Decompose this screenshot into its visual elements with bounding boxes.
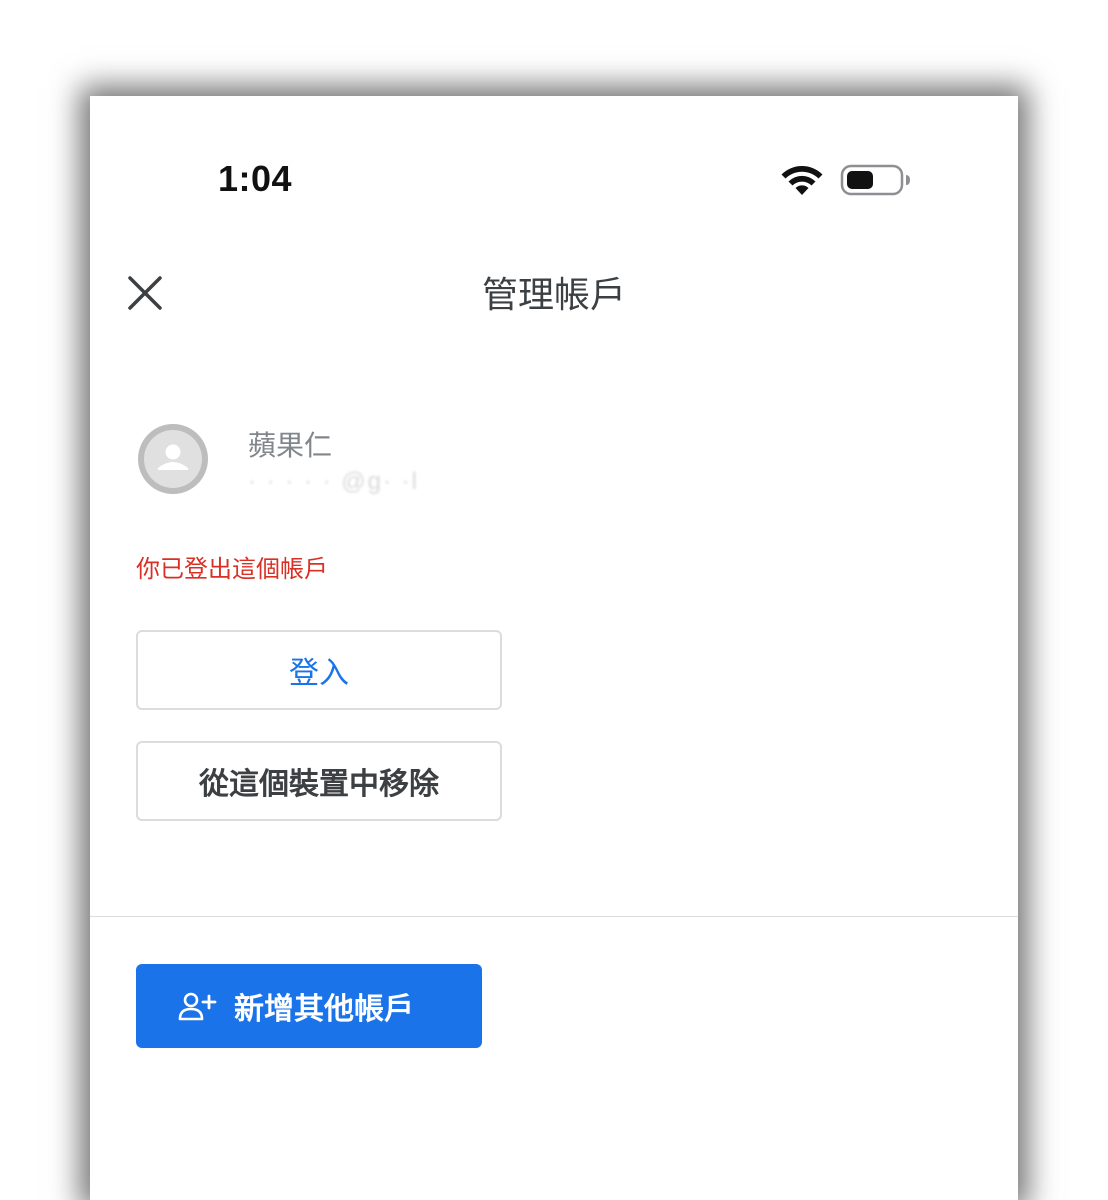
signed-out-message: 你已登出這個帳戶 xyxy=(136,555,328,583)
wifi-icon xyxy=(781,166,823,195)
manage-accounts-screen: 1:04 管理帳戶 蘋果仁 · · · · · @g· ·l 你已登出這個帳戶 … xyxy=(90,96,1018,1200)
battery-icon xyxy=(840,164,910,196)
status-time: 1:04 xyxy=(218,158,293,199)
sign-in-button[interactable]: 登入 xyxy=(136,630,502,710)
add-another-account-button[interactable]: 新增其他帳戶 xyxy=(136,964,482,1048)
account-name: 蘋果仁 xyxy=(248,429,333,462)
account-row: 蘋果仁 · · · · · @g· ·l xyxy=(136,422,736,502)
account-email: · · · · · @g· ·l xyxy=(248,468,419,495)
remove-from-device-button[interactable]: 從這個裝置中移除 xyxy=(136,741,502,821)
avatar-icon xyxy=(138,424,208,494)
add-account-label: 新增其他帳戶 xyxy=(234,992,414,1027)
divider xyxy=(90,916,1018,917)
person-add-icon xyxy=(178,992,217,1021)
page-title: 管理帳戶 xyxy=(481,275,626,316)
